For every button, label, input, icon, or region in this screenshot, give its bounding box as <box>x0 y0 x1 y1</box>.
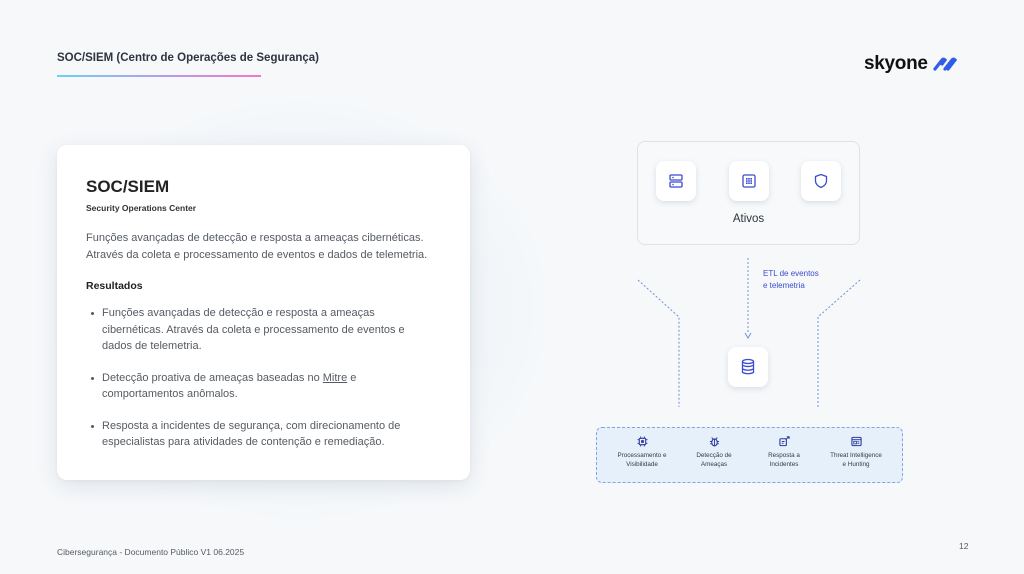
asset-tile-server <box>656 161 696 201</box>
capability-label: Ameaças <box>700 460 728 468</box>
browser-icon <box>850 436 862 447</box>
chip-icon <box>636 436 648 447</box>
right-dashed-connector <box>817 279 861 407</box>
capability-label: Detecção de <box>696 452 732 459</box>
capability-incident-response: Resposta a Incidentes <box>747 436 821 469</box>
assets-label: Ativos <box>732 213 765 225</box>
left-dashed-connector <box>637 279 680 407</box>
capabilities-box: Processamento e Visibilidade Detecção de A… <box>596 427 903 483</box>
etl-arrow-head <box>744 332 752 339</box>
capability-label: e Hunting <box>842 460 870 468</box>
capability-processing: Processamento e Visibilidade <box>605 436 679 469</box>
capability-label: Processamento e <box>617 452 667 459</box>
capability-detection: Detecção de Ameaças <box>677 436 751 469</box>
shield-icon <box>814 173 828 189</box>
capability-label: Incidentes <box>769 460 799 468</box>
etl-label: ETL de eventos e telemetria <box>763 268 819 292</box>
capability-label: Visibilidade <box>626 460 658 468</box>
etl-label-line: ETL de eventos <box>763 269 819 278</box>
etl-label-line: e telemetria <box>763 281 805 290</box>
bug-icon <box>709 437 719 447</box>
footer-text: Cibersegurança - Documento Público V1 06… <box>57 547 245 557</box>
flow-lines <box>637 258 861 407</box>
page-number: 12 <box>959 541 969 551</box>
database-tile <box>728 347 768 387</box>
grid-icon <box>742 174 756 188</box>
asset-tile-grid <box>729 161 769 201</box>
asset-tile-shield <box>801 161 841 201</box>
server-icon <box>669 174 683 188</box>
capability-threat-intelligence: Threat Intelligence e Hunting <box>819 436 893 469</box>
assets-box: Ativos <box>637 141 860 245</box>
capability-label: Resposta a <box>768 452 800 459</box>
database-icon <box>741 358 755 375</box>
capability-label: Threat Intelligence <box>830 452 882 459</box>
incident-response-icon <box>778 436 790 447</box>
